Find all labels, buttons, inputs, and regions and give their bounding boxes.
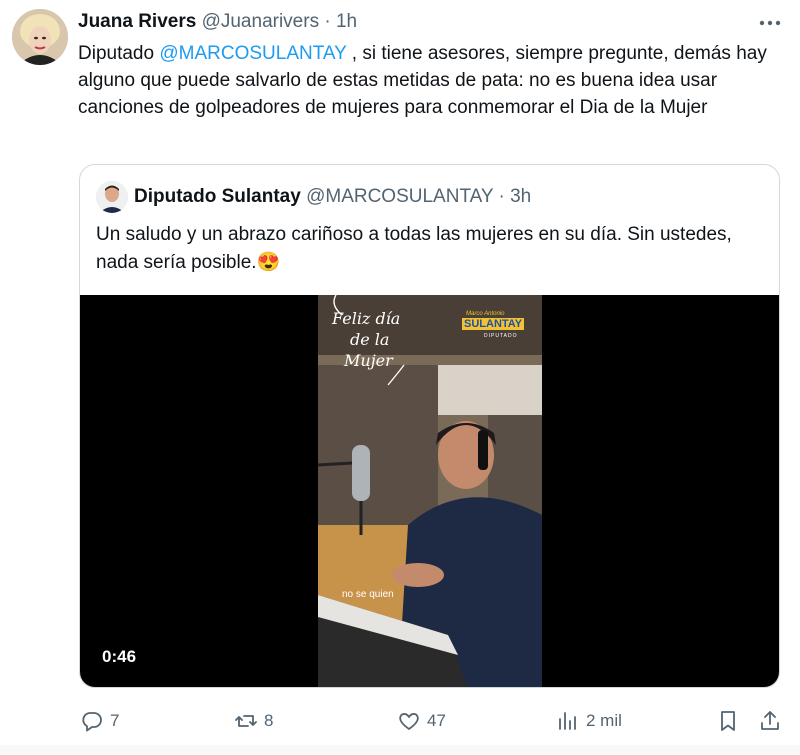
video-overlay-title-1: Feliz día: [332, 309, 401, 328]
video-duration: 0:46: [102, 647, 137, 666]
video-logo-small: Marco Antonio: [466, 311, 505, 317]
video-subtitle: no se quien: [342, 589, 394, 600]
like-count: 47: [427, 711, 446, 730]
tweet-text: Diputado @MARCOSULANTAY , si tiene aseso…: [78, 40, 790, 121]
views-button[interactable]: 2 mil: [556, 705, 622, 737]
video-frame[interactable]: Feliz día de la Mujer Marco Antonio SULA…: [318, 295, 542, 687]
video-player[interactable]: Feliz día de la Mujer Marco Antonio SULA…: [80, 295, 779, 687]
analytics-icon: [559, 712, 576, 730]
quote-author-handle[interactable]: @MARCOSULANTAY: [306, 186, 493, 207]
views-count: 2 mil: [586, 711, 622, 730]
repost-icon: [235, 715, 257, 727]
bookmark-icon: [721, 711, 735, 731]
repost-button[interactable]: 8: [234, 705, 273, 737]
quoted-tweet[interactable]: Diputado Sulantay @MARCOSULANTAY · 3h Un…: [79, 164, 780, 688]
video-logo-main: SULANTAY: [462, 318, 525, 330]
author-name[interactable]: Juana Rivers: [78, 11, 196, 32]
video-overlay-title-3: Mujer: [344, 351, 393, 370]
bookmark-button[interactable]: [716, 705, 740, 737]
heart-icon: [399, 713, 419, 730]
repost-count: 8: [264, 711, 274, 730]
share-icon: [761, 711, 779, 730]
quote-author-name[interactable]: Diputado Sulantay: [134, 186, 301, 207]
tweet[interactable]: Juana Rivers @Juanarivers · 1h Diputado …: [0, 0, 800, 755]
heart-eyes-emoji: 😍: [256, 252, 281, 273]
like-button[interactable]: 47: [397, 705, 446, 737]
reply-count: 7: [110, 711, 120, 730]
bottom-divider: [0, 745, 800, 755]
mention-link[interactable]: @MARCOSULANTAY: [159, 43, 346, 64]
quote-avatar[interactable]: [96, 181, 128, 213]
reply-button[interactable]: 7: [80, 705, 119, 737]
reply-icon: [82, 712, 102, 732]
avatar[interactable]: [12, 9, 68, 65]
more-options-icon[interactable]: [757, 12, 783, 34]
quote-text-body: Un saludo y un abrazo cariñoso a todas l…: [96, 224, 732, 273]
tweet-actions: 7 8 47 2 mil: [0, 705, 800, 737]
video-logo-sub: DIPUTADO: [484, 333, 518, 339]
tweet-header: Juana Rivers @Juanarivers · 1h: [78, 10, 357, 34]
tweet-text-prefix: Diputado: [78, 43, 160, 64]
quote-text: Un saludo y un abrazo cariñoso a todas l…: [96, 221, 766, 277]
author-handle[interactable]: @Juanarivers: [202, 11, 320, 32]
tweet-time[interactable]: · 1h: [319, 11, 357, 32]
quote-header: Diputado Sulantay @MARCOSULANTAY · 3h: [134, 185, 531, 209]
quote-time[interactable]: · 3h: [493, 186, 532, 207]
video-overlay-title-2: de la: [350, 330, 390, 349]
share-button[interactable]: [758, 705, 782, 737]
